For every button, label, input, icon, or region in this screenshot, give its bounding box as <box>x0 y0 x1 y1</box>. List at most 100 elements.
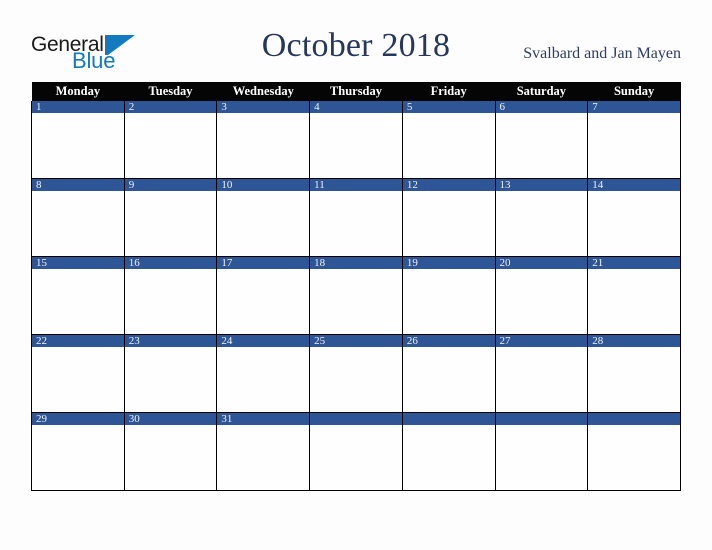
day-events-area[interactable] <box>32 269 124 333</box>
day-cell[interactable]: 30 <box>123 412 218 491</box>
day-events-area[interactable] <box>32 191 124 255</box>
day-events-area[interactable] <box>32 425 124 489</box>
day-events-area[interactable] <box>588 191 680 255</box>
day-events-area[interactable] <box>495 113 588 177</box>
day-cell[interactable]: 28 <box>587 334 681 413</box>
day-cell[interactable]: 20 <box>494 256 589 335</box>
day-cell[interactable]: 22 <box>31 334 125 413</box>
day-events-area[interactable] <box>495 425 588 489</box>
day-number: 18 <box>310 257 402 269</box>
day-events-area[interactable] <box>124 113 217 177</box>
region-label: Svalbard and Jan Mayen <box>523 45 681 62</box>
weekday-header-row: Monday Tuesday Wednesday Thursday Friday… <box>31 82 681 101</box>
calendar-page: General Blue October 2018 Svalbard and J… <box>0 0 712 550</box>
day-cell-empty[interactable] <box>309 412 403 491</box>
day-events-area[interactable] <box>217 347 310 411</box>
day-events-area[interactable] <box>402 269 495 333</box>
day-events-area[interactable] <box>32 113 124 177</box>
day-events-area[interactable] <box>588 347 680 411</box>
day-cell[interactable]: 11 <box>309 178 403 257</box>
day-events-area[interactable] <box>402 191 495 255</box>
day-cell[interactable]: 31 <box>216 412 311 491</box>
day-cell-empty[interactable] <box>494 412 589 491</box>
weekday-header-sunday: Sunday <box>587 82 681 101</box>
day-number: 3 <box>217 101 310 113</box>
day-cell[interactable]: 16 <box>123 256 218 335</box>
day-number: 25 <box>310 335 402 347</box>
day-events-area[interactable] <box>310 347 402 411</box>
day-cell[interactable]: 17 <box>216 256 311 335</box>
day-cell[interactable]: 15 <box>31 256 125 335</box>
day-cell[interactable]: 10 <box>216 178 311 257</box>
weekday-header-saturday: Saturday <box>495 82 588 101</box>
day-events-area[interactable] <box>217 269 310 333</box>
day-cell[interactable]: 27 <box>494 334 589 413</box>
day-events-area[interactable] <box>588 269 680 333</box>
day-cell[interactable]: 26 <box>401 334 496 413</box>
day-number: 27 <box>495 335 588 347</box>
day-events-area[interactable] <box>310 269 402 333</box>
day-number: 13 <box>495 179 588 191</box>
day-cell[interactable]: 23 <box>123 334 218 413</box>
day-cell[interactable]: 14 <box>587 178 681 257</box>
day-events-area[interactable] <box>310 425 402 489</box>
day-number <box>310 413 402 425</box>
day-cell-empty[interactable] <box>401 412 496 491</box>
day-events-area[interactable] <box>217 191 310 255</box>
day-number: 19 <box>402 257 495 269</box>
day-number: 2 <box>124 101 217 113</box>
day-cell[interactable]: 8 <box>31 178 125 257</box>
day-cell[interactable]: 1 <box>31 101 125 179</box>
day-number: 10 <box>217 179 310 191</box>
day-cell[interactable]: 7 <box>587 101 681 179</box>
day-cell[interactable]: 12 <box>401 178 496 257</box>
day-number: 16 <box>124 257 217 269</box>
day-events-area[interactable] <box>588 113 680 177</box>
day-number: 5 <box>402 101 495 113</box>
day-events-area[interactable] <box>124 269 217 333</box>
day-cell[interactable]: 21 <box>587 256 681 335</box>
day-number <box>495 413 588 425</box>
day-cell[interactable]: 18 <box>309 256 403 335</box>
day-cell[interactable]: 25 <box>309 334 403 413</box>
day-number: 14 <box>588 179 680 191</box>
day-cell[interactable]: 5 <box>401 101 496 179</box>
day-events-area[interactable] <box>588 425 680 489</box>
day-number: 1 <box>32 101 124 113</box>
day-number: 24 <box>217 335 310 347</box>
day-cell[interactable]: 3 <box>216 101 311 179</box>
day-events-area[interactable] <box>495 191 588 255</box>
day-events-area[interactable] <box>402 347 495 411</box>
day-cell[interactable]: 4 <box>309 101 403 179</box>
day-events-area[interactable] <box>310 191 402 255</box>
day-cell-empty[interactable] <box>587 412 681 491</box>
day-number: 28 <box>588 335 680 347</box>
day-cell[interactable]: 29 <box>31 412 125 491</box>
day-events-area[interactable] <box>495 347 588 411</box>
day-cell[interactable]: 6 <box>494 101 589 179</box>
weekday-header-tuesday: Tuesday <box>124 82 217 101</box>
day-events-area[interactable] <box>402 425 495 489</box>
day-events-area[interactable] <box>32 347 124 411</box>
calendar-week-row: 22 23 24 25 26 27 28 <box>31 334 681 413</box>
day-number: 4 <box>310 101 402 113</box>
day-number: 12 <box>402 179 495 191</box>
day-cell[interactable]: 19 <box>401 256 496 335</box>
day-number: 23 <box>124 335 217 347</box>
day-events-area[interactable] <box>495 269 588 333</box>
day-events-area[interactable] <box>310 113 402 177</box>
day-events-area[interactable] <box>124 191 217 255</box>
day-cell[interactable]: 2 <box>123 101 218 179</box>
calendar-week-row: 15 16 17 18 19 20 21 <box>31 256 681 335</box>
day-cell[interactable]: 9 <box>123 178 218 257</box>
day-number: 17 <box>217 257 310 269</box>
day-events-area[interactable] <box>217 425 310 489</box>
day-events-area[interactable] <box>124 347 217 411</box>
day-events-area[interactable] <box>402 113 495 177</box>
day-cell[interactable]: 24 <box>216 334 311 413</box>
day-events-area[interactable] <box>124 425 217 489</box>
day-events-area[interactable] <box>217 113 310 177</box>
calendar-week-row: 8 9 10 11 12 13 14 <box>31 178 681 257</box>
day-cell[interactable]: 13 <box>494 178 589 257</box>
calendar-week-row: 29 30 31 <box>31 412 681 491</box>
